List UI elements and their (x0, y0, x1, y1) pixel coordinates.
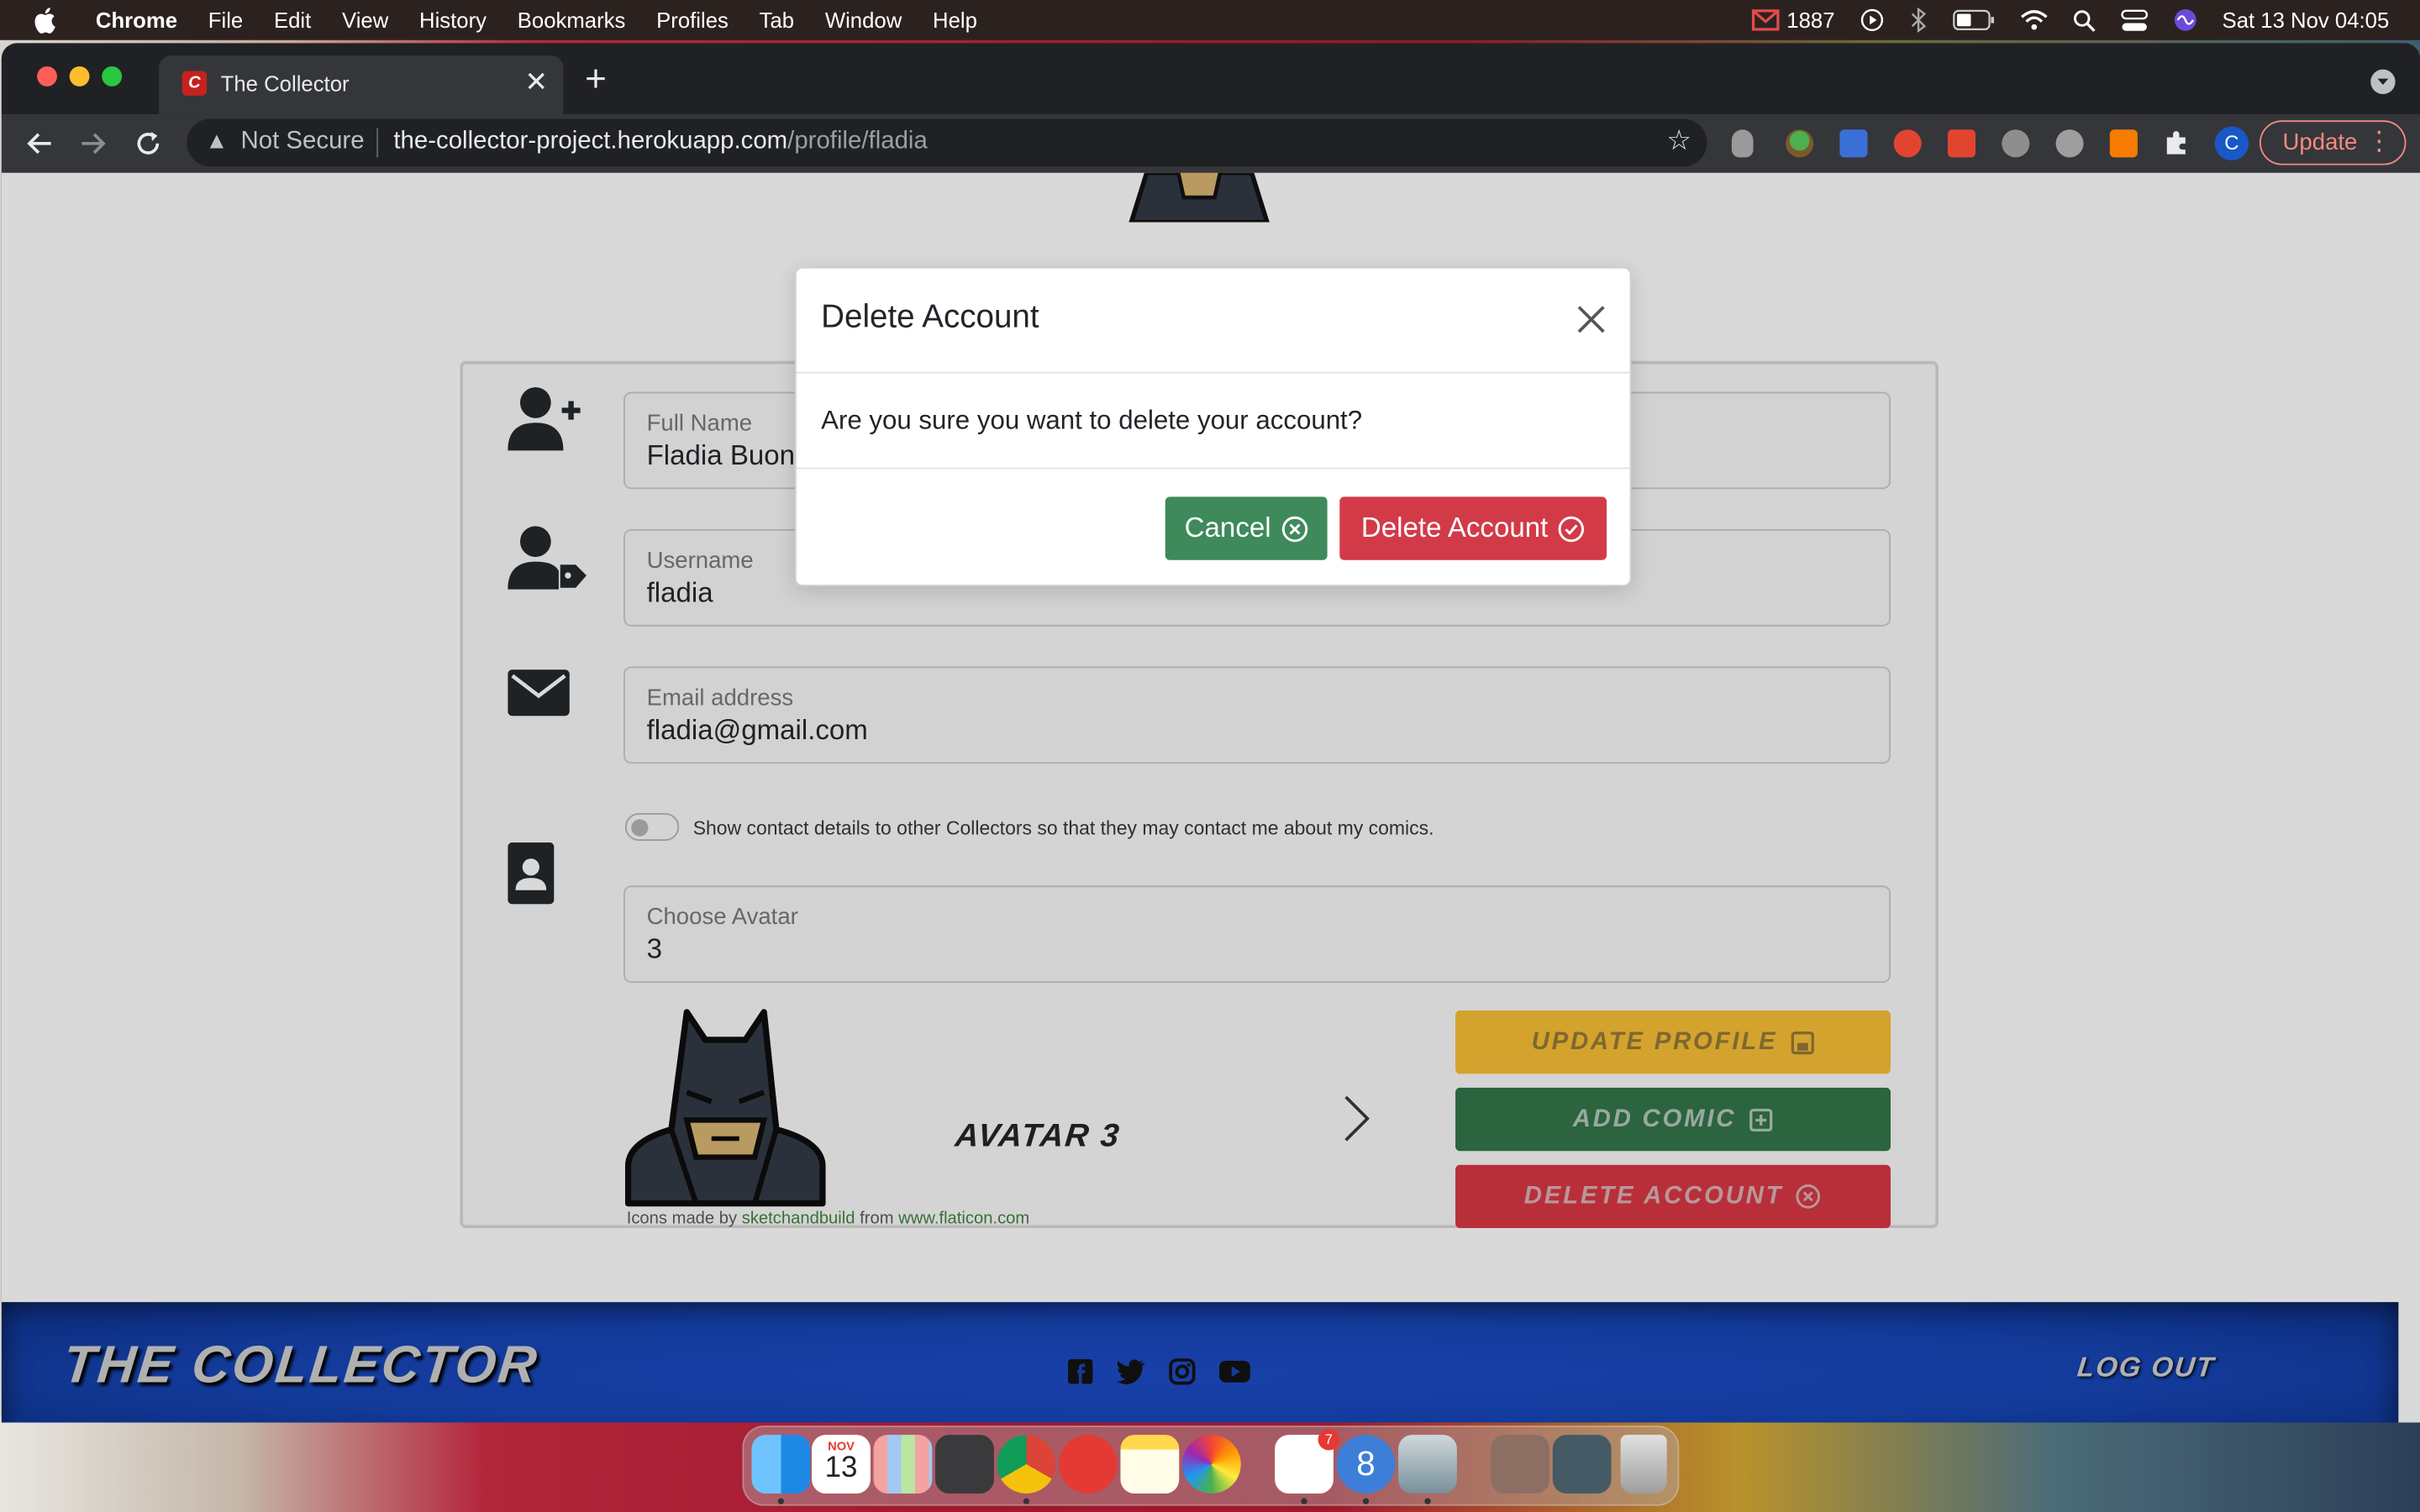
siri-icon[interactable] (2173, 8, 2197, 32)
downloads-stack-icon[interactable] (1552, 1435, 1612, 1494)
tab-close-icon[interactable]: ✕ (524, 66, 548, 99)
more-options-icon[interactable]: ⋮ (2366, 127, 2392, 158)
zoom-window-button[interactable] (102, 66, 123, 87)
mail-app-icon[interactable] (1059, 1435, 1118, 1494)
extensions-puzzle-icon[interactable] (2162, 129, 2190, 157)
reload-icon[interactable] (134, 129, 162, 157)
mail-status[interactable]: 1887 (1751, 8, 1835, 33)
chrome-running-dot (1023, 1498, 1030, 1504)
app-8-running-dot (1362, 1498, 1370, 1504)
calendar-day: 13 (824, 1452, 858, 1484)
delete-account-modal: Delete Account Are you sure you want to … (794, 266, 1632, 586)
calendar-icon[interactable]: NOV 13 (812, 1435, 871, 1494)
url-path: /profile/fladia (787, 128, 928, 155)
extension-stamp-icon[interactable] (1839, 129, 1868, 158)
play-icon[interactable] (1860, 8, 1884, 32)
mac-dock: NOV 13 7 8 (742, 1425, 1680, 1506)
menu-bookmarks[interactable]: Bookmarks (518, 8, 626, 32)
modal-confirm-label: Delete Account (1360, 512, 1549, 543)
not-secure-warning-icon[interactable]: ▲ (205, 128, 228, 154)
wifi-icon[interactable] (2020, 9, 2048, 31)
minimize-window-button[interactable] (69, 66, 90, 87)
menu-window[interactable]: Window (825, 8, 902, 32)
modal-title: Delete Account (821, 299, 1039, 335)
extension-tree-icon[interactable] (1786, 129, 1814, 158)
extension-mouse-icon[interactable] (1731, 129, 1754, 158)
address-separator (376, 128, 378, 158)
extension-g-icon[interactable] (2109, 129, 2138, 158)
menu-history[interactable]: History (419, 8, 487, 32)
photo-stack-icon[interactable] (1491, 1435, 1550, 1494)
modal-message: Are you sure you want to delete your acc… (821, 406, 1363, 435)
menubar-clock[interactable]: Sat 13 Nov 04:05 (2223, 8, 2390, 32)
battery-icon[interactable] (1952, 9, 1995, 31)
slack-icon[interactable]: 7 (1275, 1428, 1340, 1494)
modal-cancel-label: Cancel (1184, 512, 1271, 543)
app-8-icon[interactable]: 8 (1336, 1435, 1396, 1494)
trash-icon[interactable] (1620, 1435, 1667, 1494)
menu-tab[interactable]: Tab (760, 8, 794, 32)
address-bar[interactable]: ▲ Not Secure the-collector-project.herok… (187, 118, 1707, 167)
spotlight-search-icon[interactable] (2072, 8, 2096, 32)
browser-toolbar: ▲ Not Secure the-collector-project.herok… (1, 113, 2420, 173)
calculator-icon[interactable] (935, 1435, 994, 1494)
profile-avatar[interactable]: C (2214, 126, 2249, 161)
slack-badge: 7 (1318, 1428, 1340, 1451)
back-arrow-icon[interactable] (24, 131, 52, 155)
url-host: the-collector-project.herokuapp.com (393, 128, 788, 155)
tab-strip: C The Collector ✕ + (1, 43, 2420, 114)
apple-menu-icon[interactable] (34, 6, 58, 34)
chrome-dock-icon[interactable] (997, 1435, 1056, 1494)
tab-title: The Collector (220, 71, 350, 96)
menubar-status-area: 1887 Sat 13 Nov 04:05 (1751, 0, 2389, 40)
finder-icon[interactable] (751, 1435, 811, 1494)
notes-icon[interactable] (1120, 1435, 1180, 1494)
preview-icon[interactable] (1398, 1435, 1457, 1494)
menu-view[interactable]: View (342, 8, 388, 32)
extension-alert-icon[interactable] (2002, 129, 2030, 158)
modal-cancel-button[interactable]: Cancel (1165, 496, 1328, 560)
extension-download-icon[interactable] (1947, 129, 1976, 158)
cancel-circle-icon (1281, 515, 1307, 542)
url-text[interactable]: the-collector-project.herokuapp.com/prof… (393, 128, 927, 155)
new-tab-icon[interactable]: + (585, 59, 607, 102)
tab-search-icon[interactable] (2370, 69, 2396, 95)
bluetooth-off-icon[interactable] (1909, 8, 1928, 33)
mail-icon (1751, 9, 1779, 31)
mail-count: 1887 (1786, 8, 1835, 33)
photos-icon[interactable] (1181, 1435, 1241, 1494)
web-page: Full Name Fladia Buong Username fladia E… (1, 172, 2420, 1423)
menu-edit[interactable]: Edit (274, 8, 311, 32)
tab-favicon: C (182, 71, 208, 96)
control-center-icon[interactable] (2120, 8, 2148, 32)
not-secure-label[interactable]: Not Secure (241, 128, 365, 155)
finder-running-dot (777, 1498, 785, 1504)
slack-running-dot (1301, 1498, 1307, 1504)
chrome-window: C The Collector ✕ + ▲ Not Secure the-col… (1, 43, 2420, 1423)
check-circle-icon (1558, 515, 1585, 542)
menu-help[interactable]: Help (933, 8, 977, 32)
screen: Chrome File Edit View History Bookmarks … (0, 0, 2420, 1512)
mac-menubar: Chrome File Edit View History Bookmarks … (0, 0, 2420, 40)
extension-fire-icon[interactable] (1893, 129, 1922, 158)
chrome-update-button[interactable]: Update ⋮ (2259, 120, 2407, 165)
modal-confirm-delete-button[interactable]: Delete Account (1339, 496, 1607, 560)
browser-tab[interactable]: C The Collector ✕ (159, 55, 564, 114)
modal-close-icon[interactable] (1574, 302, 1607, 336)
menu-file[interactable]: File (208, 8, 243, 32)
forward-arrow-icon[interactable] (81, 131, 108, 155)
launchpad-icon[interactable] (873, 1435, 933, 1494)
menu-app-name[interactable]: Chrome (96, 8, 177, 32)
menu-profiles[interactable]: Profiles (656, 8, 729, 32)
bookmark-star-icon[interactable]: ☆ (1666, 125, 1691, 158)
preview-running-dot (1424, 1498, 1431, 1504)
update-button-label: Update (2282, 129, 2358, 156)
modal-header-divider (796, 371, 1630, 374)
extension-k-icon[interactable] (2055, 129, 2084, 158)
modal-footer-divider (796, 467, 1630, 470)
close-window-button[interactable] (37, 66, 57, 87)
